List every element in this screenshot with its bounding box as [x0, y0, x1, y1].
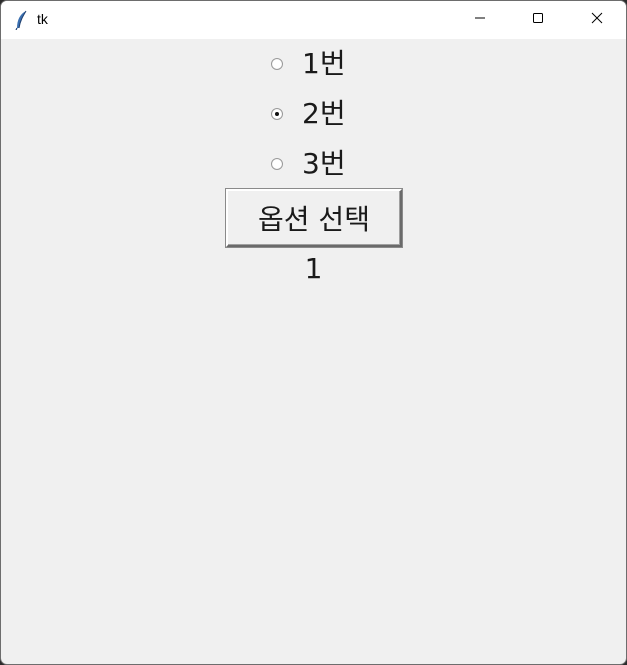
select-option-button[interactable]: 옵션 선택 [226, 189, 402, 247]
radio-option-3[interactable]: 3번 [271, 144, 346, 184]
app-window: tk 1번 2번 3번 옵션 선택 1 [0, 0, 627, 665]
radio-option-2[interactable]: 2번 [271, 94, 346, 134]
minimize-button[interactable] [451, 1, 509, 39]
title-bar[interactable]: tk [1, 1, 626, 39]
radio-indicator-icon[interactable] [271, 58, 283, 70]
radio-indicator-icon[interactable] [271, 158, 283, 170]
radio-option-1[interactable]: 1번 [271, 44, 346, 84]
window-content: 1번 2번 3번 옵션 선택 1 [1, 39, 626, 664]
close-icon [591, 11, 603, 29]
window-title: tk [37, 11, 48, 27]
maximize-icon [532, 11, 544, 29]
feather-icon [14, 10, 30, 31]
radio-label: 3번 [302, 147, 346, 180]
radio-label: 2번 [302, 97, 346, 130]
close-button[interactable] [568, 1, 626, 39]
radio-indicator-icon[interactable] [271, 108, 283, 120]
radio-label: 1번 [302, 47, 346, 80]
minimize-icon [474, 11, 486, 29]
maximize-button[interactable] [509, 1, 567, 39]
result-label: 1 [304, 252, 323, 285]
